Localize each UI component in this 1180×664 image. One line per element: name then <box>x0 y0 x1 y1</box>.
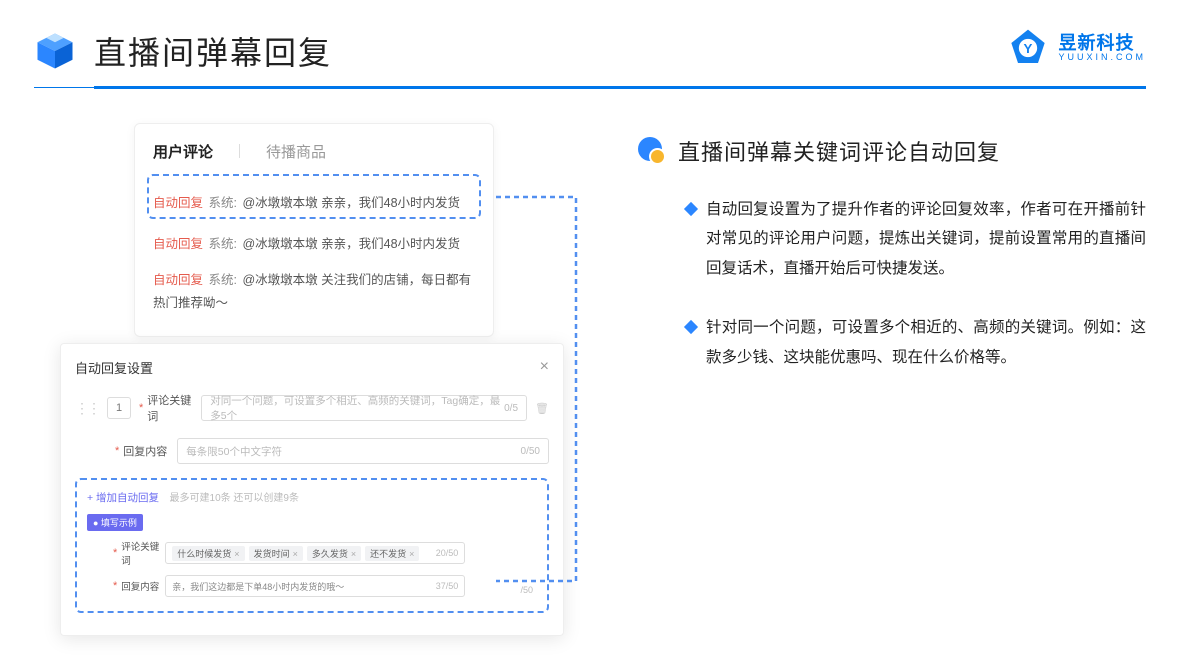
system-label: 系统: <box>209 273 237 287</box>
brand-logo-icon: Y <box>1008 28 1048 68</box>
required-dot: * <box>113 547 117 559</box>
diamond-bullet-icon <box>684 202 698 216</box>
chip[interactable]: 什么时候发货 <box>172 546 244 561</box>
comments-card: 用户评论 待播商品 自动回复 系统: @冰墩墩本墩 亲亲，我们48小时内发货 自… <box>134 123 494 337</box>
example-badge: ● 填写示例 <box>87 514 143 531</box>
comment-text: @冰墩墩本墩 亲亲，我们48小时内发货 <box>242 196 460 210</box>
ex-kw-label: 评论关键词 <box>121 539 165 567</box>
add-auto-reply-link[interactable]: + 增加自动回复 <box>87 492 159 504</box>
ex-keyword-input[interactable]: 什么时候发货 发货时间 多久发货 还不发货 20/50 <box>165 542 465 564</box>
ex-kw-count: 20/50 <box>436 548 459 558</box>
auto-reply-tag: 自动回复 <box>153 273 203 287</box>
svg-text:Y: Y <box>1024 41 1033 56</box>
paragraph-1: 自动回复设置为了提升作者的评论回复效率，作者可在开播前针对常见的评论用户问题，提… <box>706 195 1146 283</box>
settings-card: 自动回复设置 × ⋮⋮ 1 * 评论关键词 对同一个问题，可设置多个相近、高频的… <box>60 343 564 636</box>
ex-ct-text: 亲，我们这边都是下单48小时内发货的哦～ <box>172 580 344 593</box>
keyword-label: 评论关键词 <box>147 392 201 424</box>
ex-ct-count: 37/50 <box>436 581 459 591</box>
ex-content-input[interactable]: 亲，我们这边都是下单48小时内发货的哦～ 37/50 <box>165 575 465 597</box>
auto-reply-tag: 自动回复 <box>153 196 203 210</box>
drag-icon[interactable]: ⋮⋮ <box>75 400 99 417</box>
highlighted-comment: 自动回复 系统: @冰墩墩本墩 亲亲，我们48小时内发货 <box>147 174 481 219</box>
keyword-input[interactable]: 对同一个问题，可设置多个相近、高频的关键词，Tag确定，最多5个 0/5 <box>201 395 527 421</box>
delete-icon[interactable]: 🗑 <box>535 402 549 415</box>
system-label: 系统: <box>209 196 237 210</box>
diamond-bullet-icon <box>684 320 698 334</box>
rule-index: 1 <box>107 397 131 419</box>
brand-name: 昱新科技 <box>1058 34 1146 53</box>
add-hint: 最多可建10条 还可以创建9条 <box>170 493 299 504</box>
section-title: 直播间弹幕关键词评论自动回复 <box>678 135 1000 167</box>
content-placeholder: 每条限50个中文字符 <box>186 444 282 459</box>
tab-divider <box>239 144 240 158</box>
chip[interactable]: 还不发货 <box>365 546 419 561</box>
tab-user-comments[interactable]: 用户评论 <box>153 141 213 162</box>
chip[interactable]: 发货时间 <box>249 546 303 561</box>
required-dot: * <box>139 402 143 414</box>
brand-sub: YUUXIN.COM <box>1058 53 1146 62</box>
chip[interactable]: 多久发货 <box>307 546 361 561</box>
add-section-highlight: + 增加自动回复 最多可建10条 还可以创建9条 ● 填写示例 * 评论关键词 … <box>75 478 549 613</box>
brand-block: Y 昱新科技 YUUXIN.COM <box>1008 28 1146 68</box>
close-icon[interactable]: × <box>540 358 549 376</box>
header-rule <box>94 86 1146 89</box>
content-label: 回复内容 <box>123 443 177 459</box>
auto-reply-tag: 自动回复 <box>153 237 203 251</box>
system-label: 系统: <box>209 237 237 251</box>
keyword-count: 0/5 <box>504 403 518 414</box>
extra-count: /50 <box>520 585 533 595</box>
settings-title: 自动回复设置 <box>75 358 153 377</box>
keyword-placeholder: 对同一个问题，可设置多个相近、高频的关键词，Tag确定，最多5个 <box>210 393 504 423</box>
required-dot: * <box>113 580 117 592</box>
page-title: 直播间弹幕回复 <box>94 28 332 74</box>
content-input[interactable]: 每条限50个中文字符 0/50 <box>177 438 549 464</box>
ex-ct-label: 回复内容 <box>121 579 165 593</box>
content-count: 0/50 <box>521 446 540 457</box>
cube-icon <box>34 30 76 72</box>
bubble-icon <box>638 137 666 165</box>
required-dot: * <box>115 445 119 457</box>
paragraph-2: 针对同一个问题，可设置多个相近的、高频的关键词。例如：这款多少钱、这块能优惠吗、… <box>706 313 1146 372</box>
comment-text: @冰墩墩本墩 亲亲，我们48小时内发货 <box>242 237 460 251</box>
tab-pending-goods[interactable]: 待播商品 <box>266 141 326 162</box>
